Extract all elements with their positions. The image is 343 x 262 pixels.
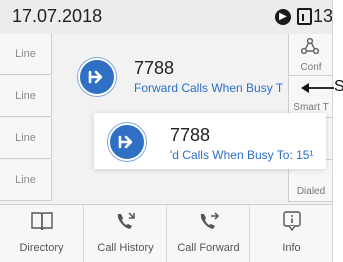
call-history-label: Call History [97,242,154,254]
conference-key[interactable]: Conf [288,34,332,76]
call-forward-icon [108,123,146,161]
directory-label: Directory [19,242,64,254]
line-key-1[interactable]: Line [0,34,52,75]
info-label: Info [282,242,301,254]
line-keys: Line Line Line Line [0,34,52,204]
status-time: 13:08 [313,6,333,26]
info-icon [283,211,301,231]
book-icon [31,212,53,231]
dialed-label: Dialed [296,186,326,197]
bottom-toolbar: Directory Call History Call Forward Info [0,204,332,262]
forward-entry[interactable]: 7788 Forward Calls When Busy T [78,52,298,102]
call-forward-button[interactable]: Call Forward [166,205,250,262]
do-not-disturb-icon: ▶ [275,9,291,25]
info-button[interactable]: Info [249,205,332,262]
phone-screen: 17.07.2018 ▶ 13:08 Line Line Line Line 7… [0,0,333,262]
forward-text: 'd Calls When Busy To: 15¹ [170,148,314,162]
call-history-button[interactable]: Call History [83,205,167,262]
call-forward-icon [200,212,220,229]
forward-popup[interactable]: 7788 'd Calls When Busy To: 15¹ [94,113,326,169]
forward-text: Forward Calls When Busy T [134,81,284,95]
status-date: 17.07.2018 [12,6,103,26]
callout-arrow-icon [301,83,334,93]
call-history-icon [117,212,135,229]
line-key-3[interactable]: Line [0,118,52,159]
call-forward-label: Call Forward [177,242,240,254]
phone-status-icon [297,8,312,25]
status-bar: 17.07.2018 ▶ 13:08 [0,0,332,35]
line-key-4[interactable]: Line [0,160,52,201]
smart-transfer-label: Smart T [293,102,329,113]
callout-label: S [334,78,343,95]
directory-button[interactable]: Directory [0,205,83,262]
call-forward-icon [78,58,116,96]
conference-icon [301,38,319,54]
line-key-2[interactable]: Line [0,76,52,117]
conference-label: Conf [300,62,322,73]
forward-number: 7788 [134,58,175,78]
forward-number: 7788 [170,125,211,145]
